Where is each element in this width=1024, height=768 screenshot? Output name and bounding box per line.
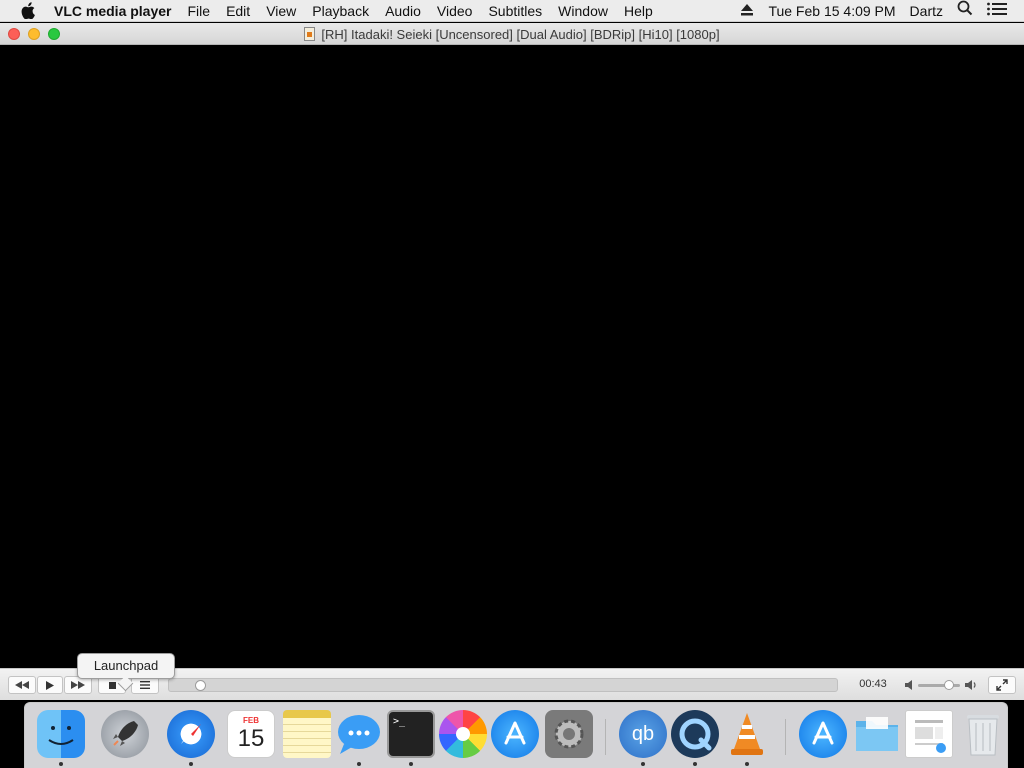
running-indicator xyxy=(409,762,413,766)
dock-trash[interactable] xyxy=(957,708,1009,760)
finder-icon xyxy=(37,710,85,758)
user-menu[interactable]: Dartz xyxy=(903,0,950,22)
app-store-icon xyxy=(491,710,539,758)
dock-vlc[interactable] xyxy=(721,708,773,766)
launchpad-rocket-icon xyxy=(101,710,149,758)
rewind-button[interactable] xyxy=(8,676,36,694)
eject-icon[interactable] xyxy=(733,0,761,22)
volume-knob[interactable] xyxy=(944,680,954,690)
dock: FEB 15 >_ qb xyxy=(24,702,1008,768)
calendar-icon: FEB 15 xyxy=(227,710,275,758)
fullscreen-button[interactable] xyxy=(988,676,1016,694)
running-indicator xyxy=(641,762,645,766)
running-indicator xyxy=(693,762,697,766)
photos-icon xyxy=(439,710,487,758)
volume-slider[interactable] xyxy=(918,680,960,690)
window-title-bar[interactable]: [RH] Itadaki! Seieki [Uncensored] [Dual … xyxy=(0,23,1024,45)
spotlight-search-icon[interactable] xyxy=(950,0,980,22)
document-icon xyxy=(905,710,953,758)
menu-video[interactable]: Video xyxy=(429,0,481,22)
play-button[interactable] xyxy=(37,676,63,694)
calendar-day: 15 xyxy=(237,725,265,752)
folder-icon xyxy=(853,710,901,758)
dock-document-stack[interactable] xyxy=(903,708,955,760)
zoom-window-button[interactable] xyxy=(48,28,60,40)
menu-edit[interactable]: Edit xyxy=(218,0,258,22)
running-indicator xyxy=(189,762,193,766)
running-indicator xyxy=(745,762,749,766)
dock-app-store[interactable] xyxy=(489,708,541,760)
vlc-cone-icon xyxy=(723,710,771,758)
dock-terminal[interactable]: >_ xyxy=(385,708,437,766)
menu-file[interactable]: File xyxy=(180,0,219,22)
terminal-prompt: >_ xyxy=(393,716,406,727)
dock-messages[interactable] xyxy=(333,708,385,766)
volume-low-icon[interactable] xyxy=(904,678,916,692)
menu-subtitles[interactable]: Subtitles xyxy=(480,0,550,22)
elapsed-time[interactable]: 00:43 xyxy=(852,678,894,690)
stop-icon xyxy=(108,681,116,689)
volume-high-icon[interactable] xyxy=(964,678,978,692)
seek-knob[interactable] xyxy=(195,680,206,691)
gear-icon xyxy=(545,710,593,758)
dock-quicktime[interactable] xyxy=(669,708,721,766)
play-icon xyxy=(46,680,54,690)
dock-separator xyxy=(785,719,786,755)
quicktime-icon xyxy=(671,710,719,758)
dock-separator xyxy=(605,719,606,755)
dock-downloads-folder[interactable] xyxy=(851,708,903,760)
launchpad-tooltip: Launchpad xyxy=(77,653,175,679)
dock-notes[interactable] xyxy=(281,708,333,760)
document-icon xyxy=(304,27,316,41)
running-indicator xyxy=(59,762,63,766)
rewind-icon xyxy=(15,681,29,689)
video-area[interactable] xyxy=(0,46,1024,668)
app-store-icon xyxy=(799,710,847,758)
close-window-button[interactable] xyxy=(8,28,20,40)
clock[interactable]: Tue Feb 15 4:09 PM xyxy=(761,0,902,22)
running-indicator xyxy=(357,762,361,766)
menu-bar: VLC media player File Edit View Playback… xyxy=(0,0,1024,22)
app-menu[interactable]: VLC media player xyxy=(54,0,180,22)
menu-help[interactable]: Help xyxy=(616,0,661,22)
seek-bar[interactable] xyxy=(168,678,838,692)
notes-icon xyxy=(283,710,331,758)
dock-launchpad[interactable] xyxy=(99,708,151,760)
safari-compass-icon xyxy=(167,710,215,758)
dock-system-preferences[interactable] xyxy=(543,708,595,760)
dock-qbittorrent[interactable]: qb xyxy=(617,708,669,766)
apple-menu-icon[interactable] xyxy=(18,2,38,19)
menu-playback[interactable]: Playback xyxy=(304,0,377,22)
dock-calendar[interactable]: FEB 15 xyxy=(225,708,277,760)
dock-app-store-downloads[interactable] xyxy=(797,708,849,760)
playlist-icon xyxy=(140,681,150,689)
fullscreen-icon xyxy=(996,679,1008,691)
window-title-text: [RH] Itadaki! Seieki [Uncensored] [Dual … xyxy=(321,26,720,42)
qbittorrent-icon: qb xyxy=(619,710,667,758)
menu-view[interactable]: View xyxy=(258,0,304,22)
terminal-icon: >_ xyxy=(387,710,435,758)
fast-forward-icon xyxy=(71,681,85,689)
status-area: Tue Feb 15 4:09 PM Dartz xyxy=(733,0,1024,22)
minimize-window-button[interactable] xyxy=(28,28,40,40)
menu-window[interactable]: Window xyxy=(550,0,616,22)
notification-center-icon[interactable] xyxy=(980,0,1014,22)
dock-safari[interactable] xyxy=(165,708,217,766)
qbittorrent-label: qb xyxy=(631,722,655,745)
messages-icon xyxy=(335,710,383,758)
dock-finder[interactable] xyxy=(35,708,87,766)
menu-audio[interactable]: Audio xyxy=(377,0,429,22)
window-title: [RH] Itadaki! Seieki [Uncensored] [Dual … xyxy=(0,23,1024,45)
dock-photos[interactable] xyxy=(437,708,489,760)
trash-icon xyxy=(959,710,1007,758)
